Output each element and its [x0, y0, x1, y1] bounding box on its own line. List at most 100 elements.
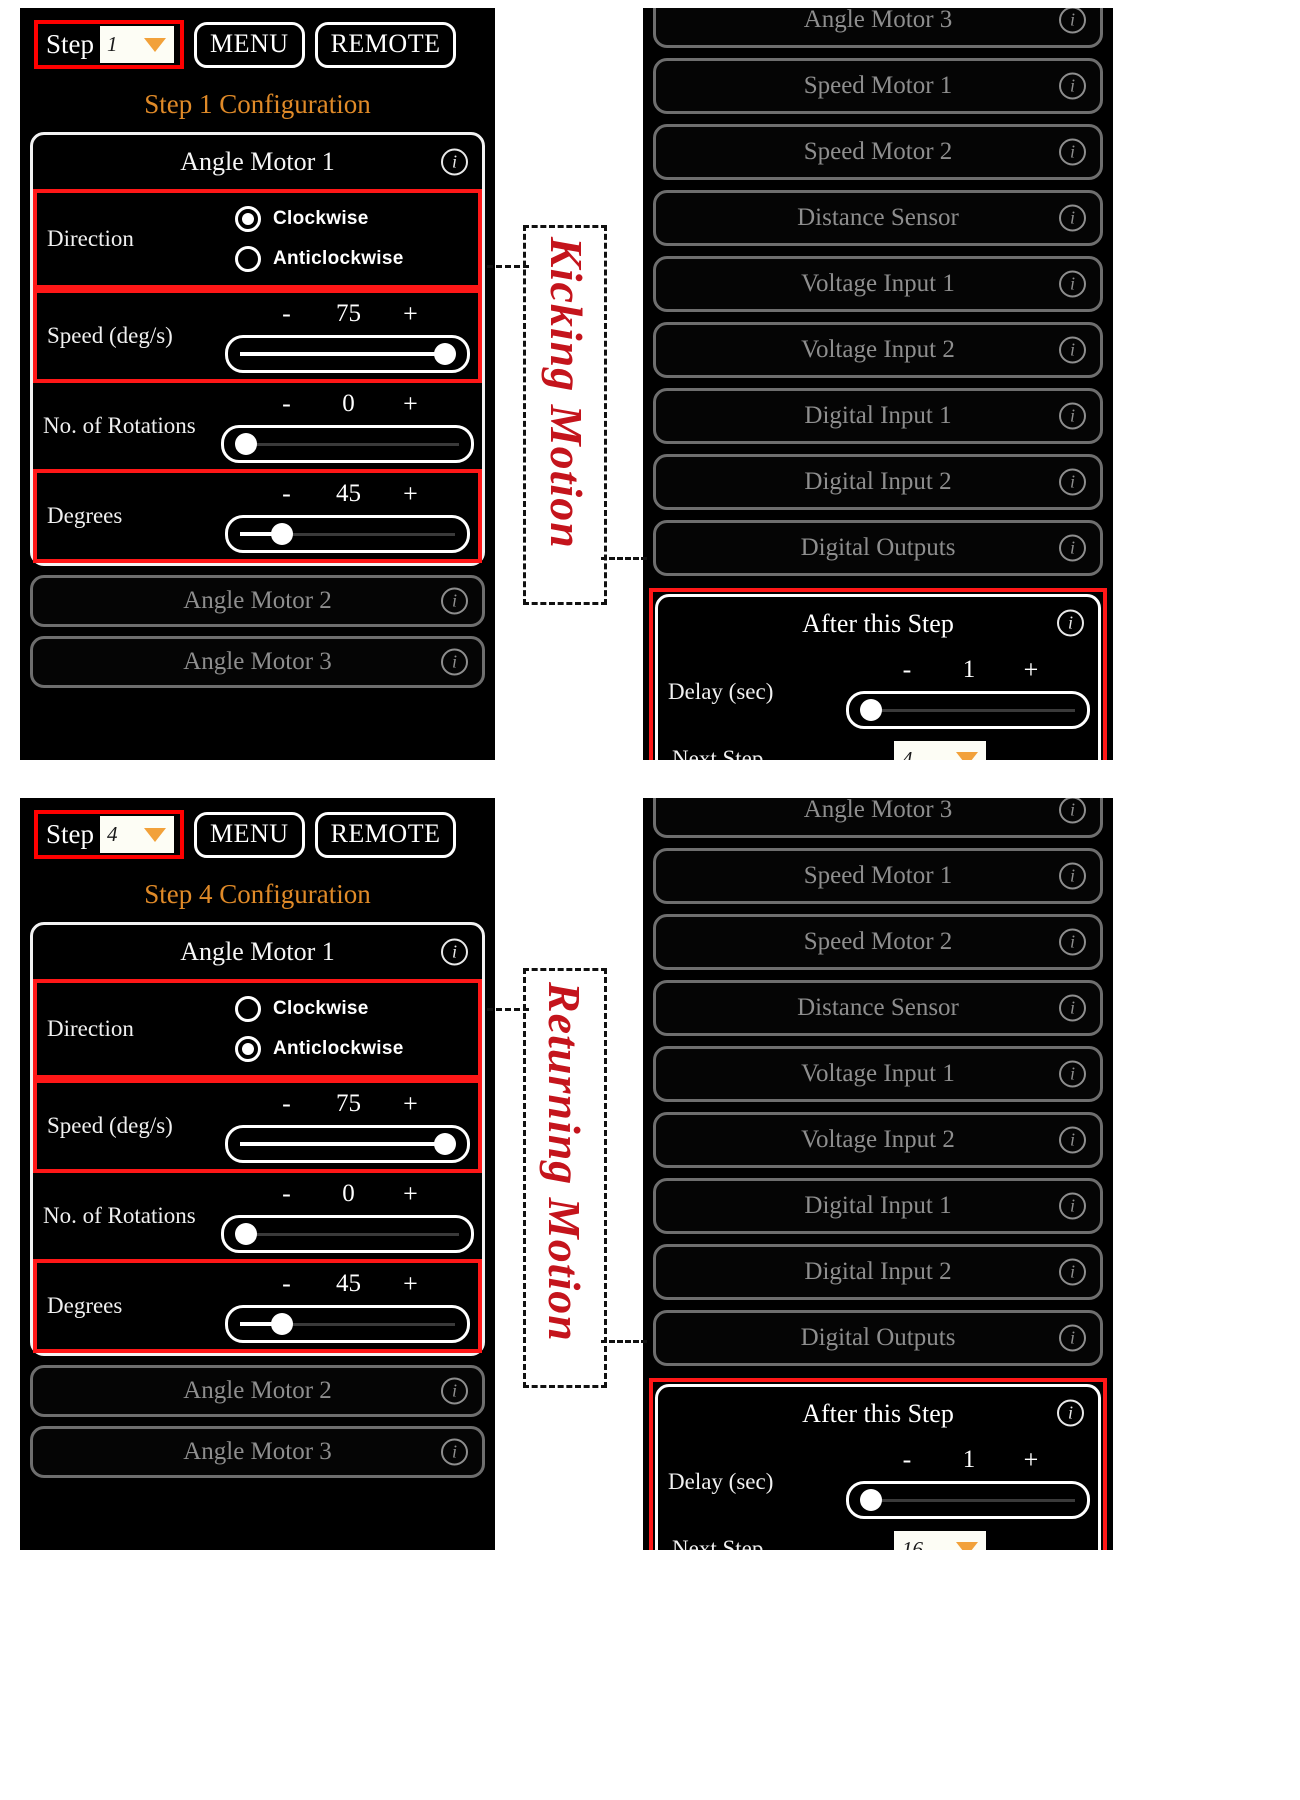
info-icon[interactable]: i [1059, 8, 1086, 34]
speed-minus-button[interactable]: - [279, 299, 295, 329]
radio-anticlockwise-indicator[interactable] [235, 1036, 261, 1062]
speed-slider-fill [240, 352, 455, 356]
info-icon[interactable]: i [1059, 1060, 1086, 1088]
speed-slider-knob[interactable] [434, 343, 456, 365]
radio-clockwise[interactable]: Clockwise [207, 199, 470, 239]
remote-button[interactable]: REMOTE [314, 811, 457, 858]
list-item[interactable]: Digital Input 2 i [653, 454, 1103, 510]
rotations-slider[interactable] [221, 425, 474, 463]
info-icon[interactable]: i [1059, 270, 1086, 298]
info-icon[interactable]: i [1059, 72, 1086, 100]
list-item[interactable]: Distance Sensor i [653, 980, 1103, 1036]
degrees-slider-knob[interactable] [271, 1313, 293, 1335]
speed-slider[interactable] [225, 335, 470, 373]
collapsed-row-angle-motor-3[interactable]: Angle Motor 3 i [30, 1426, 485, 1478]
info-icon[interactable]: i [1059, 1192, 1086, 1220]
degrees-plus-button[interactable]: + [403, 479, 419, 509]
collapsed-row-angle-motor-3[interactable]: Angle Motor 3 i [30, 636, 485, 688]
list-item[interactable]: Digital Outputs i [653, 1310, 1103, 1366]
delay-slider[interactable] [846, 691, 1090, 729]
info-icon[interactable]: i [1059, 994, 1086, 1022]
rotations-minus-button[interactable]: - [279, 1179, 295, 1209]
list-item[interactable]: Voltage Input 1 i [653, 1046, 1103, 1102]
info-icon[interactable]: i [441, 648, 468, 676]
rotations-minus-button[interactable]: - [279, 389, 295, 419]
info-icon[interactable]: i [1059, 534, 1086, 562]
degrees-minus-button[interactable]: - [279, 479, 295, 509]
info-icon[interactable]: i [1059, 336, 1086, 364]
rotations-slider-knob[interactable] [235, 433, 257, 455]
speed-plus-button[interactable]: + [403, 1089, 419, 1119]
next-step-dropdown[interactable]: 16 [894, 1531, 986, 1550]
delay-stepper: - 1 + [828, 655, 1090, 691]
step-selector[interactable]: Step 1 [34, 20, 185, 69]
radio-clockwise-indicator[interactable] [235, 206, 261, 232]
next-step-dropdown[interactable]: 4 [894, 741, 986, 760]
info-icon[interactable]: i [1059, 798, 1086, 824]
speed-minus-button[interactable]: - [279, 1089, 295, 1119]
list-item[interactable]: Digital Input 1 i [653, 1178, 1103, 1234]
list-item[interactable]: Voltage Input 2 i [653, 322, 1103, 378]
delay-minus-button[interactable]: - [899, 1445, 915, 1475]
info-icon[interactable]: i [1059, 204, 1086, 232]
degrees-minus-button[interactable]: - [279, 1269, 295, 1299]
info-icon[interactable]: i [441, 1438, 468, 1466]
list-item[interactable]: Speed Motor 1 i [653, 58, 1103, 114]
list-item[interactable]: Speed Motor 2 i [653, 124, 1103, 180]
info-icon[interactable]: i [1059, 1324, 1086, 1352]
info-icon[interactable]: i [1059, 1258, 1086, 1286]
list-item[interactable]: Speed Motor 2 i [653, 914, 1103, 970]
info-icon[interactable]: i [441, 148, 468, 176]
info-icon[interactable]: i [1057, 1399, 1084, 1427]
info-icon[interactable]: i [1059, 928, 1086, 956]
degrees-slider[interactable] [225, 515, 470, 553]
speed-slider-knob[interactable] [434, 1133, 456, 1155]
step-dropdown[interactable]: 1 [100, 26, 175, 63]
delay-slider-knob[interactable] [860, 1489, 882, 1511]
collapsed-row-angle-motor-2[interactable]: Angle Motor 2 i [30, 1365, 485, 1417]
list-item[interactable]: Distance Sensor i [653, 190, 1103, 246]
info-icon[interactable]: i [1059, 1126, 1086, 1154]
delay-slider-knob[interactable] [860, 699, 882, 721]
info-icon[interactable]: i [1059, 402, 1086, 430]
list-item[interactable]: Digital Input 2 i [653, 1244, 1103, 1300]
step-selector[interactable]: Step 4 [34, 810, 185, 859]
info-icon[interactable]: i [1059, 862, 1086, 890]
rotations-plus-button[interactable]: + [403, 1179, 419, 1209]
delay-slider[interactable] [846, 1481, 1090, 1519]
info-icon[interactable]: i [1059, 138, 1086, 166]
radio-anticlockwise-indicator[interactable] [235, 246, 261, 272]
radio-clockwise[interactable]: Clockwise [207, 989, 470, 1029]
info-icon[interactable]: i [1059, 468, 1086, 496]
info-icon[interactable]: i [1057, 609, 1084, 637]
speed-slider[interactable] [225, 1125, 470, 1163]
remote-button[interactable]: REMOTE [314, 21, 457, 68]
list-item[interactable]: Voltage Input 1 i [653, 256, 1103, 312]
list-item[interactable]: Angle Motor 3 i [653, 798, 1103, 838]
info-icon[interactable]: i [441, 587, 468, 615]
list-item[interactable]: Speed Motor 1 i [653, 848, 1103, 904]
menu-button[interactable]: MENU [194, 21, 305, 68]
list-item[interactable]: Voltage Input 2 i [653, 1112, 1103, 1168]
radio-clockwise-indicator[interactable] [235, 996, 261, 1022]
info-icon[interactable]: i [441, 1377, 468, 1405]
speed-plus-button[interactable]: + [403, 299, 419, 329]
list-item[interactable]: Digital Outputs i [653, 520, 1103, 576]
radio-anticlockwise[interactable]: Anticlockwise [207, 239, 470, 279]
degrees-slider[interactable] [225, 1305, 470, 1343]
degrees-plus-button[interactable]: + [403, 1269, 419, 1299]
list-item[interactable]: Angle Motor 3 i [653, 8, 1103, 48]
radio-anticlockwise[interactable]: Anticlockwise [207, 1029, 470, 1069]
menu-button[interactable]: MENU [194, 811, 305, 858]
delay-plus-button[interactable]: + [1023, 655, 1039, 685]
degrees-slider-knob[interactable] [271, 523, 293, 545]
list-item[interactable]: Digital Input 1 i [653, 388, 1103, 444]
delay-plus-button[interactable]: + [1023, 1445, 1039, 1475]
rotations-plus-button[interactable]: + [403, 389, 419, 419]
info-icon[interactable]: i [441, 938, 468, 966]
step-dropdown[interactable]: 4 [100, 816, 175, 853]
rotations-slider[interactable] [221, 1215, 474, 1253]
rotations-slider-knob[interactable] [235, 1223, 257, 1245]
delay-minus-button[interactable]: - [899, 655, 915, 685]
collapsed-row-angle-motor-2[interactable]: Angle Motor 2 i [30, 575, 485, 627]
